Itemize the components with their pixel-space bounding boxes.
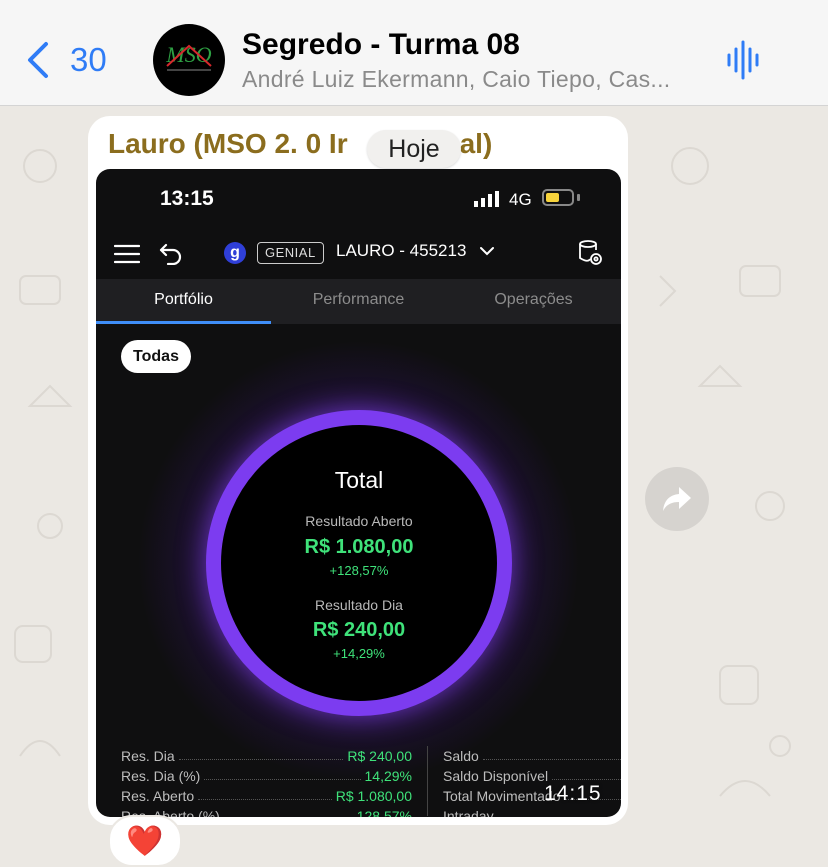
unread-count: 30	[70, 41, 107, 78]
open-result-label: Resultado Aberto	[305, 513, 413, 529]
battery-icon	[542, 189, 574, 206]
summary-row: Res. Dia (%) 14,29%	[121, 764, 412, 784]
summary-value: R$ 1.080,00	[335, 788, 412, 804]
summary-value: 14,29%	[364, 768, 412, 784]
tab-portfolio[interactable]: Portfólio	[96, 291, 271, 309]
shared-screenshot[interactable]: 13:15 4G g GENIAL LAURO - 455213 Portfól…	[96, 169, 621, 817]
summary-value: R$ 240,00	[347, 748, 412, 764]
forward-icon	[663, 487, 691, 511]
day-result-pct: +14,29%	[333, 646, 385, 661]
summary-row-right: Saldo	[443, 744, 621, 764]
heart-reaction[interactable]: ❤️	[108, 815, 182, 867]
message-timestamp: 14:15	[544, 782, 602, 805]
tab-bar: Portfólio Performance Operações	[96, 279, 621, 324]
day-result-value: R$ 240,00	[312, 619, 406, 641]
battery-level	[546, 193, 559, 202]
app-bar: g GENIAL LAURO - 455213	[96, 229, 621, 279]
chat-title[interactable]: Segredo - Turma 08	[242, 28, 520, 62]
summary-divider	[427, 746, 428, 816]
network-type: 4G	[509, 190, 532, 209]
chevron-down-icon[interactable]	[480, 246, 494, 256]
summary-row: Res. Aberto R$ 1.080,00	[121, 784, 412, 804]
audio-waveform-icon[interactable]	[726, 40, 762, 80]
broker-logo-icon: g	[224, 242, 246, 264]
day-result-label: Resultado Dia	[315, 597, 403, 613]
battery-tip	[577, 194, 580, 201]
settings-icon[interactable]	[578, 239, 604, 267]
summary-value: 128,57%	[356, 808, 412, 817]
chat-members[interactable]: André Luiz Ekermann, Caio Tiepo, Cas...	[242, 66, 670, 93]
tab-performance[interactable]: Performance	[271, 291, 446, 309]
summary-label: Res. Dia (%)	[121, 768, 201, 784]
group-logo-icon: MSO	[165, 42, 212, 71]
undo-icon[interactable]	[159, 241, 183, 265]
summary-row-right: Saldo Disponível	[443, 764, 621, 784]
group-avatar[interactable]: MSO	[153, 24, 225, 96]
summary-label: Res. Aberto	[121, 788, 195, 804]
open-result-pct: +128,57%	[329, 563, 389, 578]
back-chevron-icon	[28, 42, 48, 78]
filter-chip[interactable]: Todas	[121, 340, 191, 373]
signal-icon	[474, 191, 499, 207]
tab-operacoes[interactable]: Operações	[446, 291, 621, 309]
chat-header: 30 MSO Segredo - Turma 08 André Luiz Eke…	[0, 0, 828, 106]
broker-badge: GENIAL	[257, 242, 324, 264]
open-result-value: R$ 1.080,00	[304, 536, 414, 558]
summary-panel: Res. Dia R$ 240,00 Res. Dia (%) 14,29% R…	[96, 744, 621, 817]
account-selector[interactable]: LAURO - 455213	[336, 241, 466, 261]
back-button[interactable]: 30	[24, 40, 107, 80]
total-label: Total	[334, 467, 384, 493]
menu-icon[interactable]	[114, 243, 140, 265]
summary-label: Saldo Disponível	[443, 768, 549, 784]
forward-button[interactable]	[645, 467, 709, 531]
status-time: 13:15	[160, 187, 214, 210]
summary-label: Res. Dia	[121, 748, 175, 764]
active-tab-indicator	[96, 321, 271, 324]
summary-label: Intraday	[443, 808, 494, 817]
summary-row: Res. Dia R$ 240,00	[121, 744, 412, 764]
summary-label: Saldo	[443, 748, 479, 764]
summary-label: Total Movimentado	[443, 788, 561, 804]
date-chip: Hoje	[367, 130, 461, 168]
heart-icon: ❤️	[126, 824, 164, 858]
